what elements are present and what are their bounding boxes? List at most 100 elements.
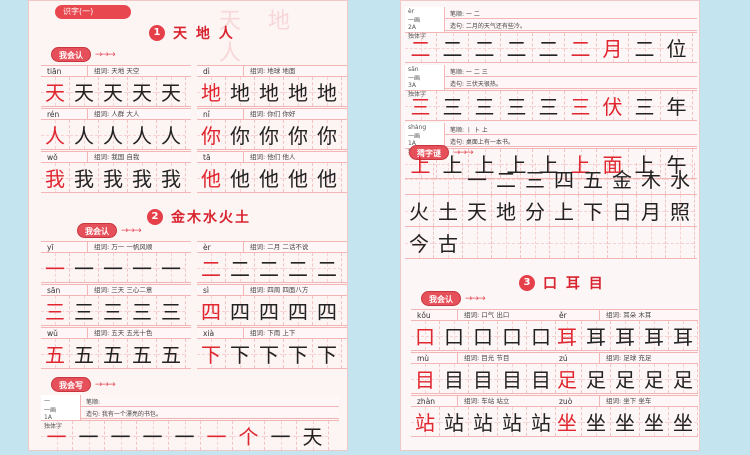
character-cell: 三 (501, 91, 533, 120)
vocab-row: wǔ 组词: 五天 五光十色五五五五五 (41, 327, 191, 369)
character: 站 (444, 411, 464, 435)
character: 足 (644, 368, 664, 392)
character-cell (637, 227, 666, 258)
stroke-notes: 笔顺: 造句: 我有一个漂亮的书包。 (81, 395, 339, 420)
vocab-info: tiān 组词: 天地 天空 (41, 65, 191, 77)
word-examples: 组词: 我国 自我 (87, 152, 191, 162)
word-examples: 组词: 天地 天空 (87, 66, 191, 76)
pinyin: zú (559, 354, 568, 363)
vocab-row: sān 组词: 三天 三心二意三三三三三 (41, 284, 191, 326)
pinyin: yī (47, 243, 54, 252)
character: 二 (259, 257, 279, 281)
word-examples: 组词: 坐下 坐车 (599, 396, 698, 406)
character: 一 (103, 257, 123, 281)
character-cell: 分 (521, 195, 550, 226)
character: 站 (473, 411, 493, 435)
character-cell: 二 (197, 253, 226, 282)
character: 三 (634, 95, 655, 119)
example-sentence: 造句: 桌面上有一本书。 (445, 135, 697, 147)
character-cell: 足 (640, 364, 669, 393)
character-cell: 今 (405, 227, 434, 258)
character: 天 (103, 81, 123, 105)
character-cell: 三 (469, 91, 501, 120)
character-cell: 天 (157, 77, 186, 106)
character-cell: 人 (157, 120, 186, 149)
write-block: èr 一画 2A 独体字 笔顺: 一 二造句: 二月的天气还有些冷。二二二二二二月二位 (405, 7, 697, 63)
vocab-info: yī 组词: 万一 一帆风顺 (41, 241, 191, 253)
character: 五 (161, 343, 181, 367)
character: 站 (531, 411, 551, 435)
character-cell: 年 (661, 91, 693, 120)
word-examples: 组词: 下雨 上下 (243, 328, 347, 338)
character: 二 (570, 37, 591, 61)
character-cell: 三 (629, 91, 661, 120)
character: 你 (288, 124, 308, 148)
vocab-info: dì 组词: 地球 地面 (197, 65, 347, 77)
character: 二 (538, 37, 559, 61)
character: 我 (45, 167, 65, 191)
vocab-row: sì 组词: 四周 四面八方四四四四四 (197, 284, 347, 326)
stroke-notes: 笔顺: 一 二造句: 二月的天气还有些冷。 (445, 7, 697, 32)
character: 下 (288, 343, 308, 367)
pinyin: xià (203, 329, 215, 338)
character: 一 (132, 257, 152, 281)
character-cell: 耳 (582, 321, 611, 350)
character-cell: 口 (498, 321, 527, 350)
character-cell: 坐 (582, 407, 611, 436)
lesson-number: 1 (149, 25, 165, 41)
character: 人 (103, 124, 123, 148)
character-cell: 下 (197, 339, 226, 368)
character: 三 (410, 95, 431, 119)
character: 五 (45, 343, 65, 367)
character: 三 (442, 95, 463, 119)
character: 目 (473, 368, 493, 392)
character-cell: 我 (157, 163, 186, 192)
word-examples: 组词: 地球 地面 (243, 66, 347, 76)
lesson-number: 3 (519, 275, 535, 291)
character-grid: 二二二二二 (197, 253, 347, 283)
word-examples: 组词: 他们 他人 (243, 152, 347, 162)
word-examples: 组词: 四周 四面八方 (243, 285, 347, 295)
read-badge: 我会认 →→→ (77, 223, 142, 238)
character-grid: 坐坐坐坐坐 (553, 407, 698, 437)
pinyin: wǔ (47, 329, 58, 338)
character-cell: 二 (405, 33, 437, 62)
vocab-row: èr 组词: 二月 二话不说二二二二二 (197, 241, 347, 283)
character: 天 (467, 200, 487, 224)
vocab-row: zuò 组词: 坐下 坐车坐坐坐坐坐 (553, 395, 698, 437)
character-cell (463, 227, 492, 258)
character: 二 (410, 37, 431, 61)
character: 一 (467, 168, 487, 192)
write-badge: 我会写 →→→ (51, 377, 116, 392)
character-cell: 坐 (611, 407, 640, 436)
char-info: sān (408, 66, 419, 73)
vocab-row: rén 组词: 人群 大人人人人人人 (41, 108, 191, 150)
vocab-row: mù 组词: 目光 节目目目目目目 (411, 352, 556, 394)
character: 你 (317, 124, 337, 148)
character: 二 (317, 257, 337, 281)
character-cell: 一 (99, 253, 128, 282)
character: 口 (444, 325, 464, 349)
write-header: èr 一画 2A 独体字 笔顺: 一 二造句: 二月的天气还有些冷。 (405, 7, 697, 40)
character-cell: 五 (157, 339, 186, 368)
character-cell: 你 (284, 120, 313, 149)
vocab-row: tā 组词: 他们 他人他他他他他 (197, 151, 347, 193)
character-cell: 五 (128, 339, 157, 368)
character: 他 (201, 167, 221, 191)
character: 地 (230, 81, 250, 105)
character: 人 (45, 124, 65, 148)
vocab-row: yī 组词: 万一 一帆风顺一一一一一 (41, 241, 191, 283)
character-cell: 一 (201, 421, 233, 450)
character-cell: 口 (469, 321, 498, 350)
character-cell: 照 (666, 195, 695, 226)
char-info: 一 (44, 398, 51, 405)
pinyin: tā (203, 153, 211, 162)
character: 天 (132, 81, 152, 105)
character-grid: 目目目目目 (411, 364, 556, 394)
character: 目 (531, 368, 551, 392)
vocab-info: wǔ 组词: 五天 五光十色 (41, 327, 191, 339)
section-tab: 识字(一) (55, 5, 131, 19)
character-cell: 位 (661, 33, 693, 62)
character-cell: 目 (498, 364, 527, 393)
character-cell: 足 (611, 364, 640, 393)
